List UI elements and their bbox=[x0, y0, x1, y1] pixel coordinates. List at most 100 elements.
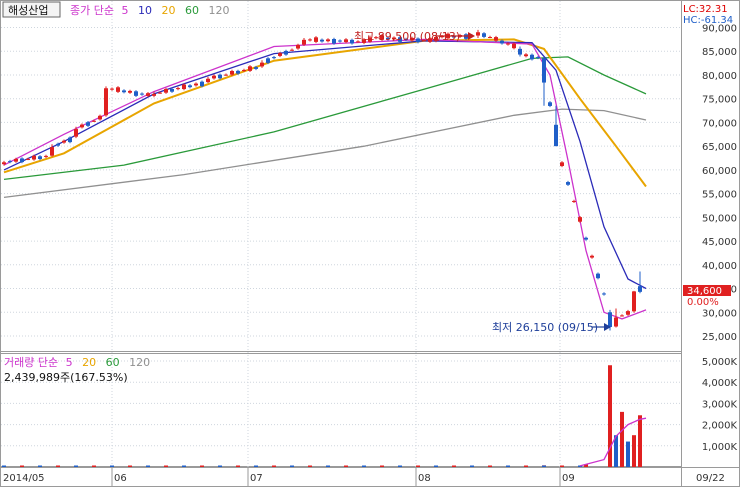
candle-body bbox=[206, 78, 210, 83]
candle-body bbox=[536, 57, 540, 59]
candle-body bbox=[296, 44, 300, 49]
candle-body bbox=[14, 158, 18, 162]
candle-body bbox=[188, 85, 192, 88]
candle-body bbox=[584, 237, 588, 240]
candle-body bbox=[86, 122, 90, 126]
vol-legend-ma5: 5 bbox=[66, 356, 73, 369]
candle-body bbox=[632, 291, 636, 312]
candle-body bbox=[578, 217, 582, 222]
candle-body bbox=[614, 317, 618, 327]
candle-body bbox=[602, 293, 606, 295]
volume-bar bbox=[236, 465, 240, 467]
candle-body bbox=[182, 84, 186, 90]
candle-body bbox=[224, 74, 228, 76]
candle-body bbox=[236, 70, 240, 74]
volume-bar bbox=[218, 465, 222, 467]
candle-body bbox=[518, 48, 522, 55]
volume-bar bbox=[164, 465, 168, 467]
price-tick-label: 65,000 bbox=[702, 142, 737, 153]
volume-bar bbox=[20, 465, 24, 467]
candle-body bbox=[254, 67, 258, 69]
candle-body bbox=[302, 39, 306, 45]
candle-body bbox=[506, 43, 510, 45]
candle-body bbox=[326, 39, 330, 42]
volume-bar bbox=[92, 465, 96, 467]
candle-body bbox=[104, 88, 108, 116]
candle-body bbox=[482, 33, 486, 37]
candle-body bbox=[620, 315, 624, 317]
volume-bar bbox=[542, 465, 546, 467]
candle-body bbox=[164, 89, 168, 93]
volume-bar bbox=[290, 465, 294, 467]
volume-bar bbox=[146, 465, 150, 467]
volume-tick-label: 4,000K bbox=[702, 378, 738, 389]
candle-body bbox=[530, 54, 534, 60]
price-tick-label: 45,000 bbox=[702, 237, 737, 248]
volume-bar bbox=[638, 415, 642, 467]
x-tick-label: 06 bbox=[114, 473, 127, 484]
volume-bar bbox=[182, 465, 186, 467]
candle-body bbox=[284, 50, 288, 55]
candle-body bbox=[608, 312, 612, 327]
legend-ma120: 120 bbox=[208, 4, 229, 17]
volume-bar bbox=[470, 465, 474, 467]
volume-bar bbox=[620, 411, 624, 467]
price-tick-label: 55,000 bbox=[702, 190, 737, 201]
volume-bar bbox=[434, 465, 438, 467]
candle-body bbox=[56, 143, 60, 146]
price-tick-label: 70,000 bbox=[702, 118, 737, 129]
candle-body bbox=[8, 161, 12, 163]
legend-ma5: 5 bbox=[121, 4, 128, 17]
candle-body bbox=[596, 273, 600, 279]
candle-body bbox=[20, 158, 24, 163]
price-legend-prefix: 종가 단순 bbox=[70, 4, 114, 17]
candle-body bbox=[80, 124, 84, 128]
candle-body bbox=[140, 93, 144, 95]
candle-body bbox=[128, 90, 132, 93]
volume-bar bbox=[2, 465, 6, 467]
candle-body bbox=[494, 37, 498, 41]
candle-body bbox=[266, 58, 270, 63]
candle-body bbox=[212, 75, 216, 79]
price-volume-chart[interactable]: 90,00085,00080,00075,00070,00065,00060,0… bbox=[0, 0, 740, 487]
candle-body bbox=[122, 90, 126, 93]
price-tick-label: 75,000 bbox=[702, 95, 737, 106]
volume-bar bbox=[254, 465, 258, 467]
candle-body bbox=[32, 155, 36, 160]
price-tick-label: 30,000 bbox=[702, 308, 737, 319]
candle-body bbox=[74, 129, 78, 137]
candle-body bbox=[44, 155, 48, 157]
volume-bar bbox=[362, 465, 366, 467]
volume-bar bbox=[128, 465, 132, 467]
candle-body bbox=[92, 120, 96, 122]
candle-body bbox=[194, 83, 198, 86]
candle-body bbox=[626, 311, 630, 315]
volume-summary: 2,439,989주(167.53%) bbox=[4, 371, 128, 384]
candle-body bbox=[200, 81, 204, 87]
candle-body bbox=[248, 66, 252, 71]
price-tick-label: 40,000 bbox=[702, 261, 737, 272]
volume-bar bbox=[200, 465, 204, 467]
current-price: 34,600 bbox=[687, 286, 722, 297]
volume-bar bbox=[272, 465, 276, 467]
volume-bar bbox=[488, 465, 492, 467]
candle-body bbox=[524, 54, 528, 57]
current-change: 0.00% bbox=[687, 297, 719, 308]
candle-body bbox=[152, 93, 156, 96]
candle-body bbox=[560, 162, 564, 166]
candle-body bbox=[314, 37, 318, 42]
candle-body bbox=[62, 140, 66, 143]
candle-body bbox=[554, 124, 558, 147]
x-tick-label: 09 bbox=[562, 473, 575, 484]
x-tick-label: 2014/05 bbox=[3, 473, 45, 484]
candle-body bbox=[500, 40, 504, 44]
vol-legend-ma120: 120 bbox=[129, 356, 150, 369]
price-tick-label: 25,000 bbox=[702, 332, 737, 343]
volume-bar bbox=[380, 465, 384, 467]
volume-bar bbox=[632, 435, 636, 467]
volume-tick-label: 3,000K bbox=[702, 399, 738, 410]
legend-ma60: 60 bbox=[185, 4, 199, 17]
x-tick-label: 07 bbox=[250, 473, 263, 484]
volume-bar bbox=[74, 465, 78, 467]
price-tick-label: 80,000 bbox=[702, 71, 737, 82]
